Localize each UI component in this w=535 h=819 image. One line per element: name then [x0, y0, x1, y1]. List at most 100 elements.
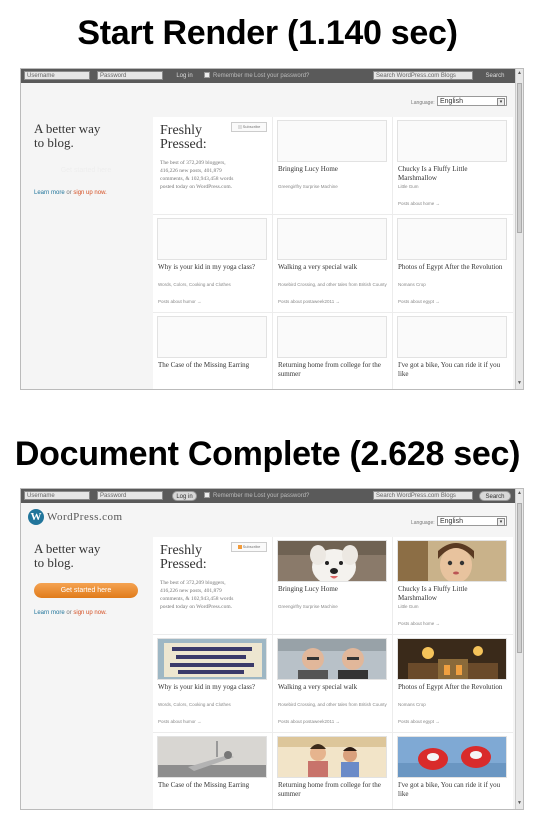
screenshot-start-render: Username Password Log in Remember me Los… [20, 68, 524, 390]
language-value: English [440, 98, 463, 105]
wordpress-logo[interactable]: W WordPress.com [28, 509, 123, 525]
post-meta: Nomans Crop [398, 282, 426, 287]
username-input[interactable]: Username [24, 71, 90, 80]
post-card[interactable]: I've got a bike, You can ride it if you … [393, 313, 511, 389]
subscribe-button[interactable]: Subscribe [231, 542, 267, 552]
scroll-down-icon[interactable]: ▼ [517, 381, 522, 387]
post-card[interactable]: Bringing Lucy Home Greengirlfry Surprise … [273, 537, 391, 633]
post-thumbnail[interactable] [157, 316, 267, 358]
post-thumbnail[interactable] [277, 540, 387, 582]
post-topic-link[interactable]: Posts about humor → [158, 719, 202, 724]
post-thumbnail[interactable] [397, 120, 507, 162]
post-title[interactable]: The Case of the Missing Earring [158, 781, 268, 790]
post-title[interactable]: Why is your kid in my yoga class? [158, 683, 268, 692]
learn-more-link[interactable]: Learn more [34, 610, 65, 616]
lost-password-link[interactable]: Lost your password? [254, 491, 309, 501]
post-title[interactable]: The Case of the Missing Earring [158, 361, 268, 370]
post-topic-link[interactable]: Posts about home → [398, 621, 440, 626]
post-title[interactable]: Bringing Lucy Home [278, 165, 388, 174]
post-thumbnail[interactable] [277, 120, 387, 162]
or-text: or [66, 610, 72, 616]
scrollbar-thumb[interactable] [517, 503, 522, 653]
post-card[interactable]: Why is your kid in my yoga class? Words, … [153, 215, 271, 311]
post-thumbnail[interactable] [397, 736, 507, 778]
post-thumbnail[interactable] [157, 736, 267, 778]
post-topic-link[interactable]: Posts about egypt → [398, 299, 440, 304]
search-button[interactable]: Search [479, 491, 511, 501]
post-topic-link[interactable]: Posts about humor → [158, 299, 202, 304]
search-button[interactable]: Search [479, 71, 511, 81]
sign-up-link[interactable]: sign up now. [73, 610, 106, 616]
post-title[interactable]: Why is your kid in my yoga class? [158, 263, 268, 272]
sign-up-link[interactable]: sign up now. [73, 190, 106, 196]
scrollbar-thumb[interactable] [517, 83, 522, 233]
post-thumbnail[interactable] [277, 736, 387, 778]
scroll-down-icon[interactable]: ▼ [517, 801, 522, 807]
post-thumbnail[interactable] [397, 218, 507, 260]
get-started-button[interactable]: Get started here [34, 583, 138, 598]
post-card[interactable]: Photos of Egypt After the Revolution Noma… [393, 215, 511, 311]
tagline: A better way to blog. [34, 542, 100, 570]
scrollbar[interactable]: ▲ ▼ [515, 69, 523, 389]
post-meta: Little Gum [398, 184, 419, 189]
chevron-down-icon: ▾ [497, 98, 505, 106]
remember-checkbox[interactable] [204, 72, 210, 78]
post-card[interactable]: Walking a very special walk Rosebird Cros… [273, 215, 391, 311]
post-card[interactable]: Walking a very special walk Rosebird Cros… [273, 635, 391, 731]
post-title[interactable]: Photos of Egypt After the Revolution [398, 683, 508, 692]
post-title[interactable]: I've got a bike, You can ride it if you … [398, 781, 508, 799]
post-title[interactable]: Walking a very special walk [278, 683, 388, 692]
post-topic-link[interactable]: Posts about home → [398, 201, 440, 206]
language-select[interactable]: English ▾ [437, 96, 507, 106]
post-title[interactable]: I've got a bike, You can ride it if you … [398, 361, 508, 379]
post-thumbnail[interactable] [157, 638, 267, 680]
post-card[interactable]: Bringing Lucy Home Greengirlfry Surprise … [273, 117, 391, 213]
post-thumbnail[interactable] [277, 218, 387, 260]
get-started-button[interactable]: Get started here [34, 163, 138, 178]
password-input[interactable]: Password [97, 491, 163, 500]
username-input[interactable]: Username [24, 491, 90, 500]
login-button[interactable]: Log in [172, 491, 197, 501]
language-label: Language: [411, 520, 435, 526]
post-thumbnail[interactable] [397, 638, 507, 680]
post-topic-link[interactable]: Posts about postaweek2011 → [278, 299, 340, 304]
remember-checkbox[interactable] [204, 492, 210, 498]
scroll-up-icon[interactable]: ▲ [517, 71, 522, 77]
post-title[interactable]: Returning home from college for the summ… [278, 361, 388, 379]
scrollbar[interactable]: ▲ ▼ [515, 489, 523, 809]
post-card[interactable]: Why is your kid in my yoga class? Words, … [153, 635, 271, 731]
post-card[interactable]: Photos of Egypt After the Revolution Noma… [393, 635, 511, 731]
post-thumbnail[interactable] [277, 638, 387, 680]
post-thumbnail[interactable] [157, 218, 267, 260]
language-select[interactable]: English ▾ [437, 516, 507, 526]
post-title[interactable]: Bringing Lucy Home [278, 585, 388, 594]
post-topic-link[interactable]: Posts about postaweek2011 → [278, 719, 340, 724]
post-thumbnail[interactable] [397, 316, 507, 358]
post-title[interactable]: Chucky Is a Fluffy Little Marshmallow [398, 585, 508, 603]
post-card[interactable]: The Case of the Missing Earring [153, 313, 271, 389]
learn-more-link[interactable]: Learn more [34, 190, 65, 196]
learn-more-row: Learn more or sign up now. [34, 190, 107, 196]
post-card[interactable]: The Case of the Missing Earring [153, 733, 271, 809]
post-topic-link[interactable]: Posts about egypt → [398, 719, 440, 724]
post-title[interactable]: Photos of Egypt After the Revolution [398, 263, 508, 272]
post-title[interactable]: Walking a very special walk [278, 263, 388, 272]
search-input[interactable]: Search WordPress.com Blogs [373, 491, 473, 500]
post-card[interactable]: Returning home from college for the summ… [273, 313, 391, 389]
post-title[interactable]: Returning home from college for the summ… [278, 781, 388, 799]
post-thumbnail[interactable] [397, 540, 507, 582]
freshly-pressed-grid: Freshly Pressed: Subscribe The best of 3… [153, 117, 513, 389]
post-thumbnail[interactable] [277, 316, 387, 358]
scroll-up-icon[interactable]: ▲ [517, 491, 522, 497]
post-title[interactable]: Chucky Is a Fluffy Little Marshmallow [398, 165, 508, 183]
subscribe-button[interactable]: Subscribe [231, 122, 267, 132]
lost-password-link[interactable]: Lost your password? [254, 71, 309, 81]
post-meta: Greengirlfry Surprise Machine [278, 184, 338, 189]
post-card[interactable]: Returning home from college for the summ… [273, 733, 391, 809]
post-card[interactable]: Chucky Is a Fluffy Little Marshmallow Lit… [393, 537, 511, 633]
password-input[interactable]: Password [97, 71, 163, 80]
search-input[interactable]: Search WordPress.com Blogs [373, 71, 473, 80]
post-card[interactable]: Chucky Is a Fluffy Little Marshmallow Lit… [393, 117, 511, 213]
login-button[interactable]: Log in [172, 71, 197, 81]
post-card[interactable]: I've got a bike, You can ride it if you … [393, 733, 511, 809]
